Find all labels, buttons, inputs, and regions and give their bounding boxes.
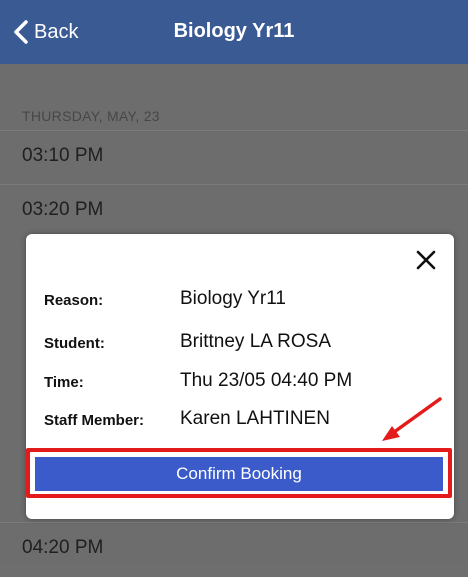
time-slot-row[interactable]: 03:20 PM	[0, 184, 468, 239]
staff-member-label: Staff Member:	[44, 412, 145, 429]
time-slot-label: 04:20 PM	[22, 537, 104, 558]
time-slot-label: 03:10 PM	[22, 145, 104, 166]
reason-row: Reason: Biology Yr11	[44, 286, 454, 316]
time-slot-row[interactable]: 04:20 PM	[0, 522, 468, 577]
time-slot-label: 03:20 PM	[22, 199, 104, 220]
confirm-booking-button[interactable]: Confirm Booking	[35, 457, 443, 491]
staff-member-value: Karen LAHTINEN	[180, 408, 330, 429]
date-header: THURSDAY, MAY, 23	[22, 108, 160, 124]
reason-label: Reason:	[44, 292, 104, 309]
time-slot-row[interactable]: 03:10 PM	[0, 130, 468, 185]
close-icon[interactable]	[414, 248, 438, 272]
reason-value: Biology Yr11	[180, 288, 286, 309]
student-value: Brittney LA ROSA	[180, 331, 332, 352]
red-arrow-icon	[382, 397, 442, 441]
time-label: Time:	[44, 374, 84, 391]
top-nav-bar: Back Biology Yr11	[0, 0, 468, 64]
student-label: Student:	[44, 335, 105, 352]
page-title: Biology Yr11	[173, 20, 295, 42]
time-value: Thu 23/05 04:40 PM	[180, 370, 353, 391]
student-row: Student: Brittney LA ROSA	[44, 329, 454, 359]
